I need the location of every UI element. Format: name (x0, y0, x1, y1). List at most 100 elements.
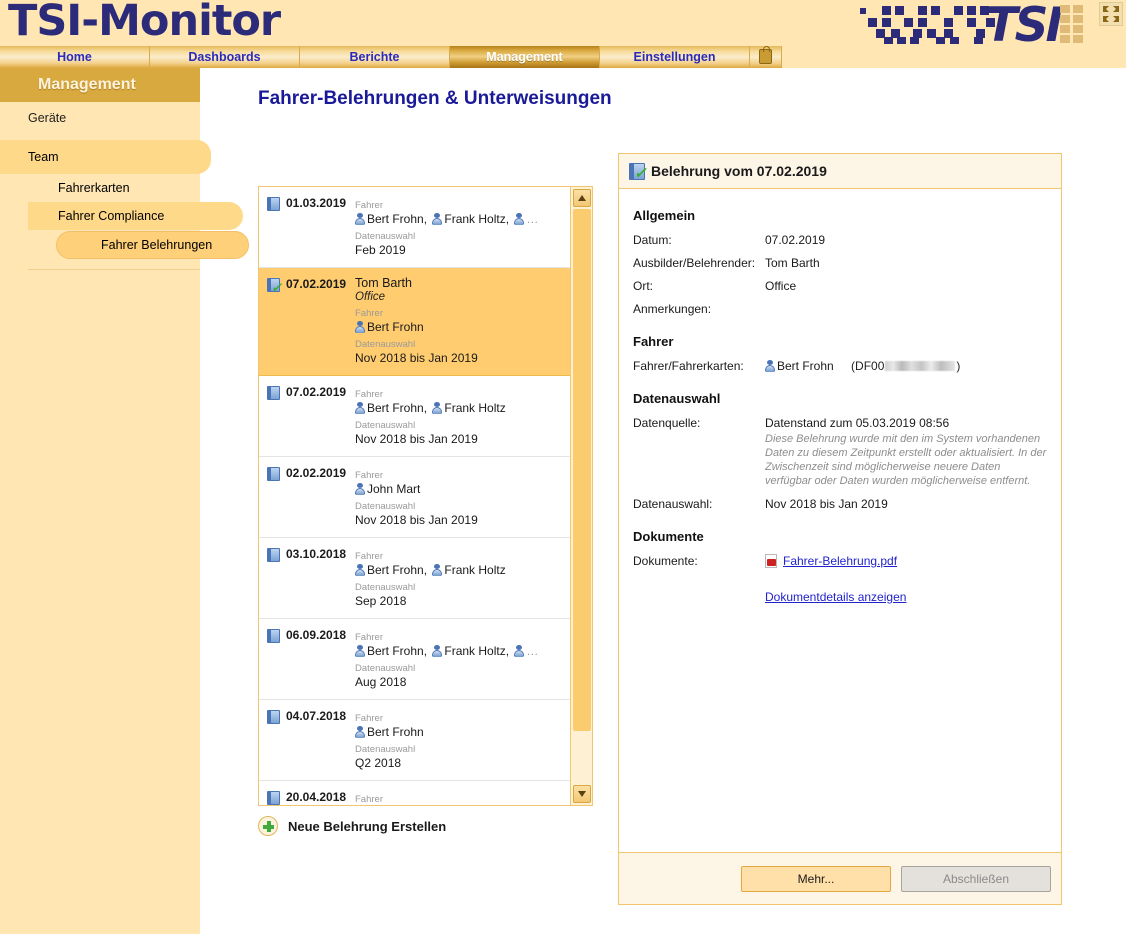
list-item-trainer: Tom Barth (355, 276, 412, 290)
field-dokumente: Dokumente: Fahrer-Belehrung.pdf Dokument… (633, 554, 1047, 604)
field-fahrerkarten: Fahrer/Fahrerkarten: Bert Frohn (DF00) (633, 359, 1047, 373)
list-item-datenauswahl-label: Datenauswahl (355, 231, 416, 242)
list-item-date: 07.02.2019 (286, 385, 347, 399)
plus-icon (258, 816, 278, 836)
sidebar-item-fahrer-compliance[interactable]: Fahrer Compliance (28, 202, 243, 230)
document-details-row: Dokumentdetails anzeigen (765, 590, 1047, 604)
list-item-fahrer-label: Fahrer (355, 794, 383, 805)
belehrungen-list: 01.03.2019 Fahrer Bert Frohn, Frank Holtz,… (259, 187, 570, 805)
tab-einstellungen[interactable]: Einstellungen (600, 46, 750, 68)
sidebar-item-team[interactable]: Team (0, 140, 211, 174)
logo-dots-icon (860, 6, 995, 44)
sidebar: Management Geräte Team Fahrerkarten Fahr… (0, 68, 249, 934)
list-item-details: Fahrer John Mart Datenauswahl Nov 2018 bis… (355, 465, 562, 527)
field-ort: Ort: Office (633, 279, 1047, 293)
field-fahrerkarten-value: Bert Frohn (DF00) (765, 359, 1047, 373)
book-icon (267, 710, 280, 724)
list-item[interactable]: 07.02.2019 Fahrer Bert Frohn, Frank Holtz … (259, 376, 570, 457)
page-title: Fahrer-Belehrungen & Unterweisungen (258, 88, 612, 109)
field-datenquelle: Datenquelle: Datenstand zum 05.03.2019 0… (633, 416, 1047, 488)
sidebar-item-geraete[interactable]: Geräte (0, 102, 200, 134)
document-link[interactable]: Fahrer-Belehrung.pdf (783, 554, 897, 568)
list-item-drivers: Bert Frohn, Frank Holtz (355, 563, 562, 577)
field-dokumente-value: Fahrer-Belehrung.pdf Dokumentdetails anz… (765, 554, 1047, 604)
list-item[interactable]: 01.03.2019 Fahrer Bert Frohn, Frank Holtz,… (259, 187, 570, 268)
field-datenquelle-note: Diese Belehrung wurde mit den im System … (765, 433, 1047, 487)
field-anmerkungen-value (765, 302, 1047, 316)
scrollbar-track[interactable] (573, 209, 591, 783)
content-area: Fahrer-Belehrungen & Unterweisungen 01.0… (200, 68, 1126, 934)
lock-icon[interactable] (750, 46, 782, 68)
person-icon (355, 726, 365, 738)
new-belehrung-button[interactable]: Neue Belehrung Erstellen (258, 816, 446, 836)
sidebar-item-fahrerkarten[interactable]: Fahrerkarten (28, 174, 212, 202)
list-item-date-cell: 02.02.2019 (267, 465, 355, 527)
field-dokumente-label: Dokumente: (633, 554, 698, 568)
logo-wordmark: TSI (985, 0, 1063, 46)
list-item[interactable]: 04.07.2018 Fahrer Bert Frohn Datenauswahl Q… (259, 700, 570, 781)
tab-home[interactable]: Home (0, 46, 150, 68)
list-item[interactable]: 03.10.2018 Fahrer Bert Frohn, Frank Holtz … (259, 538, 570, 619)
field-datenauswahl-value: Nov 2018 bis Jan 2019 (765, 497, 888, 511)
list-vertical-scrollbar[interactable] (570, 187, 592, 805)
scroll-down-arrow-icon[interactable] (573, 785, 591, 803)
list-item-date-cell: ✓ 07.02.2019 (267, 276, 355, 365)
list-item-details: FahrerBert Frohn, Frank Holtz, …Datenaus… (355, 627, 562, 689)
tab-dashboards[interactable]: Dashboards (150, 46, 300, 68)
sidebar-title: Management (0, 68, 200, 102)
list-item-datenauswahl-label: Datenauswahl (355, 501, 416, 512)
belehrungen-list-scrollarea: 01.03.2019 Fahrer Bert Frohn, Frank Holtz,… (259, 187, 570, 805)
sidebar-group-team: Team Fahrerkarten Fahrer Compliance Fahr… (0, 140, 249, 270)
app-header: TSI-Monitor TSI (0, 0, 1126, 46)
expand-fullscreen-icon[interactable] (1099, 2, 1123, 26)
book-icon (267, 629, 280, 643)
tab-berichte[interactable]: Berichte (300, 46, 450, 68)
list-item-details: FahrerBert Frohn, Frank Holtz, …Datenaus… (355, 789, 562, 805)
list-item-date: 06.09.2018 (286, 628, 347, 642)
list-item-fahrer-label: Fahrer (355, 470, 383, 481)
list-item-date-cell: 03.10.2018 (267, 546, 355, 608)
list-item-datenauswahl: Nov 2018 bis Jan 2019 (355, 351, 478, 365)
section-datenauswahl-title: Datenauswahl (633, 391, 721, 406)
list-item[interactable]: 20.04.2018 FahrerBert Frohn, Frank Holtz,… (259, 781, 570, 805)
finish-button[interactable]: Abschließen (901, 865, 1051, 892)
book-icon (267, 467, 280, 481)
list-item[interactable]: 02.02.2019 Fahrer John Mart Datenauswahl No… (259, 457, 570, 538)
person-icon (432, 564, 443, 576)
list-item-drivers: Bert Frohn, Frank Holtz (355, 401, 562, 415)
list-item-drivers: Bert Frohn (355, 725, 562, 739)
page-body: Management Geräte Team Fahrerkarten Fahr… (0, 68, 1126, 934)
more-button[interactable]: Mehr... (741, 865, 891, 892)
book-icon (267, 791, 280, 805)
list-item-datenauswahl: Feb 2019 (355, 243, 406, 257)
list-item-drivers: Bert Frohn (355, 320, 562, 334)
field-datenauswahl-label: Datenauswahl: (633, 497, 713, 511)
list-item[interactable]: 06.09.2018 Fahrer Bert Frohn, Frank Holtz,… (259, 619, 570, 700)
field-datenquelle-value-wrap: Datenstand zum 05.03.2019 08:56 Diese Be… (765, 416, 1047, 488)
field-ausbilder-label: Ausbilder/Belehrender: (633, 256, 756, 270)
book-check-icon: ✓ (629, 163, 647, 181)
person-icon (355, 483, 365, 495)
pdf-icon (765, 554, 777, 568)
list-item-details: Fahrer Bert Frohn, Frank Holtz Datenauswa… (355, 546, 562, 608)
tab-management[interactable]: Management (450, 46, 600, 68)
person-icon (355, 564, 365, 576)
logo-grid-icon (1060, 5, 1083, 43)
list-item-location: Office (355, 291, 386, 303)
scroll-up-arrow-icon[interactable] (573, 189, 591, 207)
list-item-datenauswahl: Nov 2018 bis Jan 2019 (355, 513, 478, 527)
sidebar-subgroup-team: Fahrerkarten Fahrer Compliance Fahrer Be… (28, 174, 249, 270)
field-datum: Datum: 07.02.2019 (633, 233, 1047, 247)
field-datenquelle-label: Datenquelle: (633, 416, 701, 430)
list-item-details: FahrerBert Frohn, Frank Holtz, …Datenaus… (355, 195, 562, 257)
field-datum-label: Datum: (633, 233, 672, 247)
list-item-fahrer-label: Fahrer (355, 551, 383, 562)
list-item-datenauswahl: Q2 2018 (355, 756, 402, 770)
sidebar-item-fahrer-belehrungen[interactable]: Fahrer Belehrungen (56, 231, 249, 259)
list-item-datenauswahl: Aug 2018 (355, 675, 407, 689)
person-icon (355, 321, 365, 333)
scrollbar-thumb[interactable] (573, 209, 591, 731)
document-details-link[interactable]: Dokumentdetails anzeigen (765, 590, 906, 604)
list-item-date: 02.02.2019 (286, 466, 347, 480)
list-item[interactable]: ✓ 07.02.2019 Tom Barth Office Fahrer Bert Fro… (259, 268, 570, 376)
